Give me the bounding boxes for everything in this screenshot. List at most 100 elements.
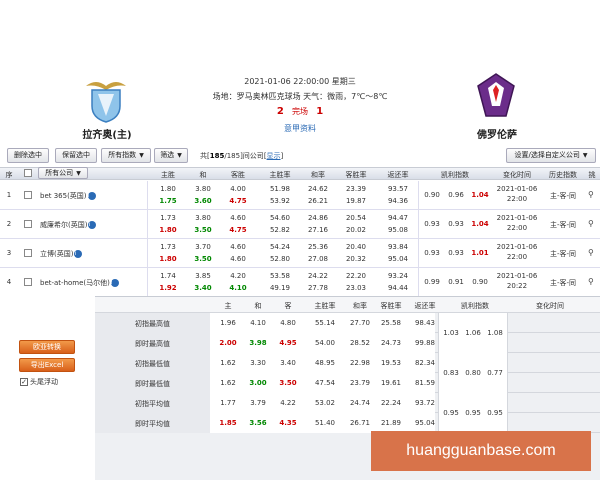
company-name[interactable]: 立博(英国)i	[40, 249, 83, 259]
count-suffix: /185]间公司	[224, 152, 264, 160]
filter-dropdown[interactable]: 筛选 ▼	[154, 148, 188, 163]
history-link[interactable]: 主-客-同	[543, 249, 583, 259]
init-away: 4.60	[230, 243, 246, 251]
live-main: 1.80	[159, 226, 177, 234]
kelly-main: 0.90	[424, 191, 440, 199]
magnifier-icon[interactable]: ⚲	[588, 219, 594, 228]
init-draw: 3.80	[195, 214, 211, 222]
change-clock: 22:00	[506, 224, 528, 232]
match-score: 2 完场 1	[180, 106, 420, 117]
match-venue-weather: 场地：罗马奥林匹克球场 天气：微雨，7℃～8℃	[212, 92, 388, 101]
sum-header-main: 主	[224, 302, 232, 310]
sum-away: 3.40	[280, 359, 296, 367]
match-header: 拉齐奥(主) 佛罗伦萨 2021-01-06 22:00:00 星期三 场地：罗…	[0, 0, 600, 141]
all-indices-dropdown[interactable]: 所有指数 ▼	[101, 148, 151, 163]
summary-label: 初指最高值	[135, 320, 170, 328]
init-return-rate: 93.24	[387, 272, 409, 280]
sum-away-rate: 22.24	[380, 399, 402, 407]
header-draw: 和	[199, 171, 207, 179]
sum-away-rate: 24.73	[380, 339, 402, 347]
match-status: 完场	[292, 107, 308, 116]
sum-home-rate: 47.54	[314, 379, 336, 387]
history-link[interactable]: 主-客-同	[543, 278, 583, 288]
info-icon[interactable]: i	[74, 250, 83, 258]
sum-main: 1.62	[220, 359, 236, 367]
company-count: 共[185/185]间公司[显示]	[200, 152, 284, 160]
sum-header-draw: 和	[254, 302, 262, 310]
chevron-down-icon: ▼	[582, 152, 588, 159]
info-icon[interactable]: i	[110, 279, 119, 287]
table-row: 3 立博(英国)i 1.73 3.70 4.60 54.24 25.36 20.…	[0, 239, 600, 268]
sum-header-away-rate: 客胜率	[380, 302, 402, 310]
float-header-checkbox[interactable]: ✓	[20, 378, 28, 386]
sum-header-draw-rate: 和率	[353, 302, 367, 310]
chevron-down-icon: ▼	[76, 170, 81, 177]
select-all-checkbox[interactable]	[24, 169, 32, 177]
sum-draw: 3.30	[250, 359, 266, 367]
company-name[interactable]: 威廉希尔(英国)i	[40, 220, 97, 230]
row-checkbox[interactable]	[24, 278, 32, 286]
init-home-rate: 54.24	[269, 243, 291, 251]
kelly-group-avg: 0.95 0.95 0.95	[438, 393, 508, 433]
custom-company-dropdown[interactable]: 设置/选择自定义公司 ▼	[506, 148, 596, 163]
init-draw: 3.80	[195, 185, 211, 193]
header-change-time: 变化时间	[503, 171, 531, 179]
history-link[interactable]: 主-客-同	[543, 220, 583, 230]
init-home-rate: 51.98	[269, 185, 291, 193]
company-filter-dropdown[interactable]: 所有公司 ▼	[38, 167, 88, 179]
all-indices-label: 所有指数	[108, 151, 137, 159]
euro-asia-convert-button[interactable]: 欧亚转换	[19, 340, 75, 354]
header-away: 客胜	[231, 171, 245, 179]
league-link[interactable]: 意甲资料	[180, 123, 420, 134]
live-home-rate: 53.92	[269, 197, 291, 205]
sum-away: 4.35	[279, 419, 297, 427]
row-checkbox[interactable]	[24, 249, 32, 257]
live-draw: 3.60	[194, 197, 212, 205]
sum-main: 1.62	[220, 379, 236, 387]
row-seq: 4	[6, 278, 12, 286]
init-away: 4.20	[230, 272, 246, 280]
sum-draw-rate: 27.70	[349, 319, 371, 327]
info-icon[interactable]: i	[88, 221, 97, 229]
live-away: 4.10	[229, 284, 247, 292]
company-name-text: bet-at-home(马尔他)	[40, 279, 110, 287]
row-checkbox[interactable]	[24, 220, 32, 228]
magnifier-icon[interactable]: ⚲	[588, 190, 594, 199]
sum-home-rate: 53.02	[314, 399, 336, 407]
sum-header-return-rate: 返还率	[414, 302, 436, 310]
init-draw-rate: 25.36	[307, 243, 329, 251]
init-away-rate: 23.39	[345, 185, 367, 193]
delete-selected-button[interactable]: 删除选中	[7, 148, 49, 163]
sum-home-rate: 51.40	[314, 419, 336, 427]
sum-main: 2.00	[219, 339, 237, 347]
init-draw: 3.85	[195, 272, 211, 280]
info-icon[interactable]: i	[87, 192, 96, 200]
home-team-name: 拉齐奥(主)	[82, 130, 132, 141]
row-seq: 1	[6, 191, 12, 199]
init-home-rate: 54.60	[269, 214, 291, 222]
sum-draw-rate: 26.71	[349, 419, 371, 427]
history-link[interactable]: 主-客-同	[543, 191, 583, 201]
company-name-text: 立博(英国)	[40, 250, 74, 258]
change-date: 2021-01-06	[496, 185, 538, 193]
company-name[interactable]: bet-at-home(马尔他)i	[40, 278, 119, 288]
filter-label: 筛选	[160, 151, 175, 159]
export-excel-button[interactable]: 导出Excel	[19, 358, 75, 372]
company-name[interactable]: bet 365(英国)i	[40, 191, 96, 201]
live-draw-rate: 27.08	[307, 255, 329, 263]
change-clock: 22:00	[506, 253, 528, 261]
keep-selected-button[interactable]: 保留选中	[55, 148, 97, 163]
init-away-rate: 20.54	[345, 214, 367, 222]
magnifier-icon[interactable]: ⚲	[588, 277, 594, 286]
table-row: 1 bet 365(英国)i 1.80 3.80 4.00 51.98 24.6…	[0, 181, 600, 210]
sum-home-rate: 54.00	[314, 339, 336, 347]
company-name-text: 威廉希尔(英国)	[40, 221, 88, 229]
magnifier-icon[interactable]: ⚲	[588, 248, 594, 257]
count-prefix: 共[	[200, 152, 210, 160]
row-checkbox[interactable]	[24, 191, 32, 199]
table-row: 2 威廉希尔(英国)i 1.73 3.80 4.60 54.60 24.86 2…	[0, 210, 600, 239]
summary-label: 初指最低值	[135, 360, 170, 368]
kelly-away: 0.95	[487, 409, 503, 417]
sum-away: 3.50	[279, 379, 297, 387]
show-link[interactable]: 显示	[267, 152, 281, 160]
